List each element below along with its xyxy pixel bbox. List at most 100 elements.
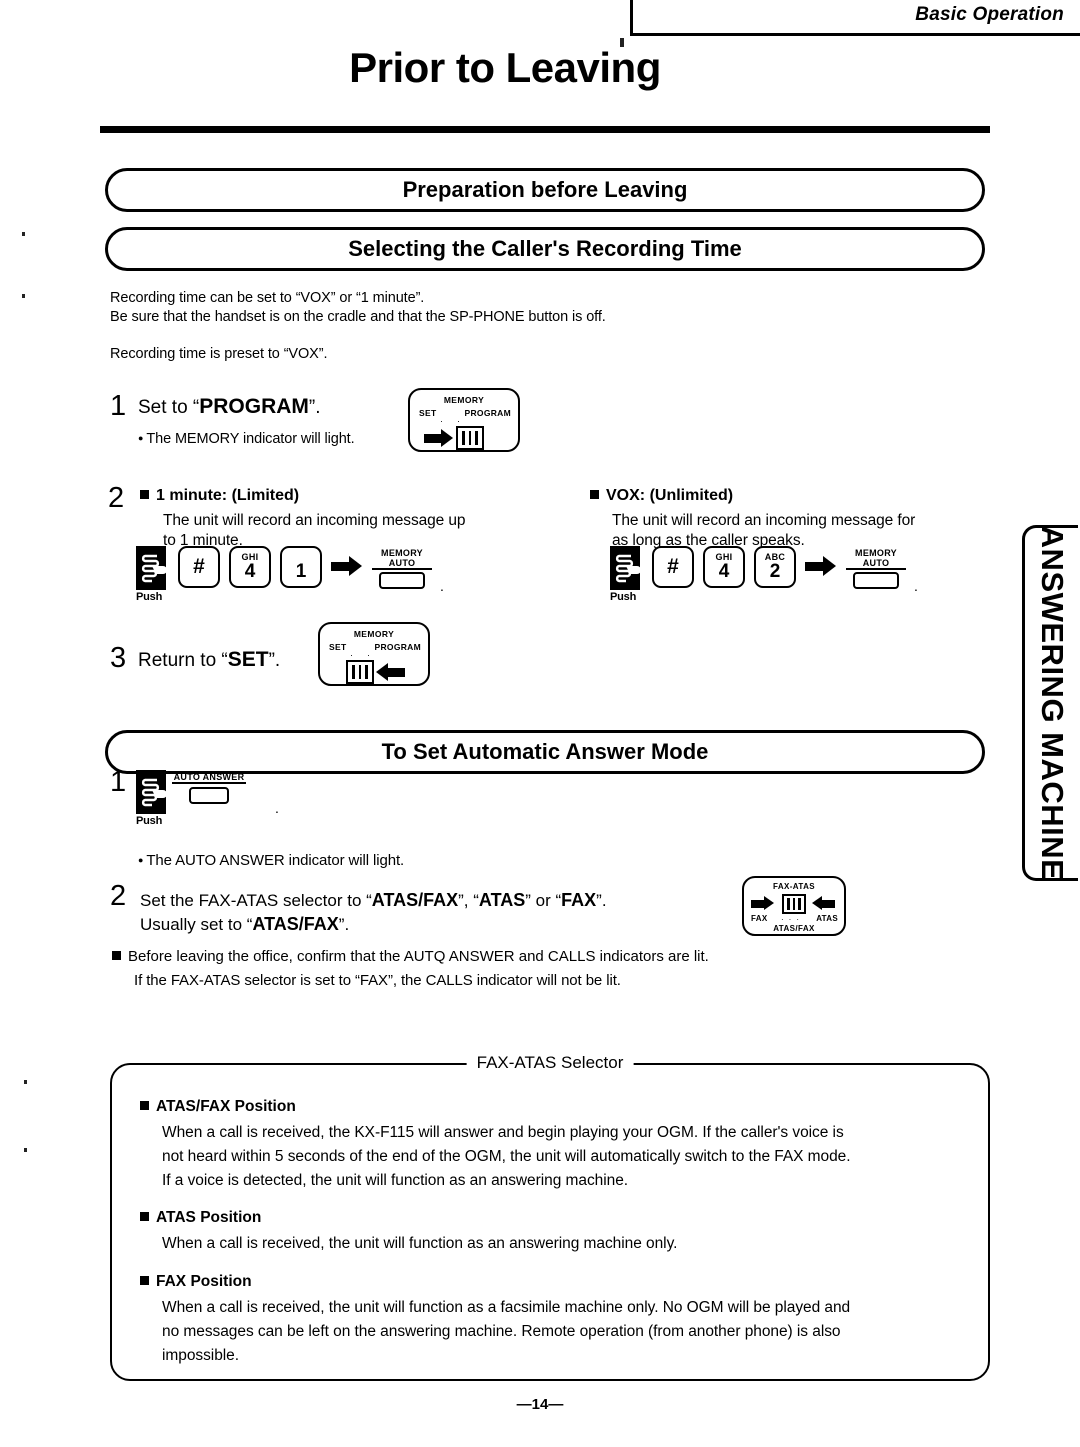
memory-auto-indicator-limited: MEMORY AUTO: [372, 548, 432, 589]
key-4-vox[interactable]: GHI 4: [703, 546, 745, 588]
memory-switch-set-icon: MEMORY SET PROGRAM ··: [318, 622, 430, 686]
auto-step-2-b: ATAS/FAX: [371, 890, 459, 910]
page-number: —14—: [516, 1396, 564, 1413]
fax-atas-selector-icon: FAX-ATAS FAX ··· ATAS ATAS/FAX: [742, 876, 846, 936]
step-3-text-post: ”.: [268, 650, 281, 671]
hand-pointing-icon: [136, 770, 167, 814]
option-limited-title: 1 minute: (Limited): [140, 487, 299, 505]
key-4-limited[interactable]: GHI 4: [229, 546, 271, 588]
fax-atas-bottom-label: ATAS/FAX: [773, 924, 815, 933]
step-1-text-post: ”.: [308, 397, 321, 418]
step-1-text-pre: Set to “: [138, 397, 200, 418]
push-label: Push: [610, 591, 637, 603]
memory-auto-lamp: [853, 572, 899, 589]
memory-auto-line-1: MEMORY: [381, 548, 423, 558]
auto-answer-note: The AUTO ANSWER indicator will light.: [138, 850, 404, 871]
banner-auto-answer-mode: To Set Automatic Answer Mode: [105, 730, 985, 774]
intro-line-1: Recording time can be set to “VOX” or “1…: [110, 290, 425, 306]
option-vox-title: VOX: (Unlimited): [590, 487, 733, 505]
fax-atas-selector-box: FAX-ATAS Selector ATAS/FAX Position When…: [110, 1053, 990, 1381]
arrow-right-icon-fax: [751, 896, 775, 911]
option-limited-body-line-1: The unit will record an incoming message…: [163, 512, 466, 529]
scan-speck: [620, 38, 624, 47]
option-vox-title-label: VOX: (Unlimited): [606, 487, 734, 504]
memory-auto-lamp: [379, 572, 425, 589]
key-1-digit: 1: [295, 560, 307, 582]
auto-step-2-d: ATAS: [478, 890, 526, 910]
memory-switch-set-label: SET: [419, 408, 437, 418]
step-1-text: Set to “PROGRAM”.: [138, 395, 321, 419]
confirm-note-line-1: Before leaving the office, confirm that …: [112, 948, 709, 965]
auto-step-2-e: ” or “: [525, 891, 562, 910]
memory-auto-line-1: MEMORY: [855, 548, 897, 558]
auto-step-2-line-2: Usually set to “ATAS/FAX”.: [140, 914, 349, 935]
auto-step-2-i: ATAS/FAX: [252, 914, 339, 934]
selector-item-0-title-label: ATAS/FAX Position: [156, 1098, 296, 1115]
fax-atas-fax-label: FAX: [751, 914, 768, 923]
selector-item-0-line-0: When a call is received, the KX-F115 wil…: [162, 1124, 844, 1141]
page-title: Prior to Leaving: [349, 44, 661, 91]
arrow-right-icon-limited: [331, 556, 363, 576]
square-bullet-icon: [140, 1276, 149, 1285]
selector-item-2-line-0: When a call is received, the unit will f…: [162, 1299, 851, 1316]
period-mark-vox: .: [914, 578, 918, 594]
square-bullet-icon: [140, 1101, 149, 1110]
selector-item-1-title-label: ATAS Position: [156, 1209, 262, 1226]
title-rule: [100, 126, 990, 133]
banner-preparation: Preparation before Leaving: [105, 168, 985, 212]
selector-item-1-title: ATAS Position: [140, 1209, 261, 1227]
arrow-left-icon: [376, 663, 406, 681]
arrow-left-icon-fax: [812, 896, 836, 911]
key-4-digit: 4: [718, 560, 730, 582]
key-2-vox[interactable]: ABC 2: [754, 546, 796, 588]
push-hand-icon: [136, 546, 167, 590]
memory-switch-caption: MEMORY: [353, 629, 395, 639]
auto-step-2-line-1: Set the FAX-ATAS selector to “ATAS/FAX”,…: [140, 887, 607, 914]
auto-step-2-h: Usually set to “: [140, 915, 253, 934]
scan-speck: [22, 232, 25, 236]
step-3-number: 3: [110, 642, 127, 674]
memory-switch-caption: MEMORY: [443, 395, 485, 405]
selector-item-2-title: FAX Position: [140, 1273, 252, 1291]
square-bullet-icon: [112, 951, 121, 960]
auto-step-2-c: ”, “: [458, 891, 479, 910]
square-bullet-icon: [140, 1212, 149, 1221]
memory-switch-ticks: ··: [440, 416, 474, 426]
push-hand-icon: [610, 546, 641, 590]
auto-answer-lamp: [189, 787, 229, 804]
memory-auto-line-2: AUTO: [846, 558, 906, 570]
auto-step-1-number: 1: [110, 766, 127, 798]
memory-auto-line-2: AUTO: [372, 558, 432, 570]
auto-answer-button[interactable]: AUTO ANSWER: [172, 772, 246, 804]
selector-item-0-title: ATAS/FAX Position: [140, 1098, 296, 1116]
auto-step-2-number: 2: [110, 880, 127, 912]
banner-selecting-recording-time-label: Selecting the Caller's Recording Time: [348, 236, 742, 261]
key-hash-limited[interactable]: #: [178, 546, 220, 588]
memory-switch-slider: [456, 426, 484, 450]
fax-atas-caption: FAX-ATAS: [772, 882, 815, 891]
key-4-digit: 4: [244, 560, 256, 582]
selector-item-2-line-1: no messages can be left on the answering…: [162, 1323, 841, 1340]
arrow-right-icon-vox: [805, 556, 837, 576]
auto-step-2-g: ”.: [596, 891, 607, 910]
selector-item-1-line-0: When a call is received, the unit will f…: [162, 1235, 678, 1252]
confirm-note-line-1-label: Before leaving the office, confirm that …: [128, 948, 709, 965]
key-1-limited[interactable]: 1: [280, 546, 322, 588]
scan-speck: [24, 1148, 27, 1152]
period-mark-limited: .: [440, 578, 444, 594]
step-1-text-bold: PROGRAM: [199, 395, 309, 418]
side-tab-label: ANSWERING MACHINE: [1034, 525, 1070, 881]
side-tab-answering-machine: ANSWERING MACHINE: [1022, 525, 1078, 881]
key-hash-label: #: [667, 555, 679, 578]
key-hash-label: #: [193, 555, 205, 578]
push-label: Push: [136, 591, 163, 603]
fax-atas-selector-legend: FAX-ATAS Selector: [466, 1053, 634, 1073]
square-bullet-icon: [140, 490, 149, 499]
section-header-tab: Basic Operation: [630, 0, 1080, 36]
auto-step-2-j: ”.: [338, 915, 350, 934]
memory-switch-ticks: ··: [350, 650, 384, 660]
memory-switch-set-label: SET: [329, 642, 347, 652]
key-hash-vox[interactable]: #: [652, 546, 694, 588]
banner-preparation-label: Preparation before Leaving: [402, 177, 688, 202]
option-vox-body-line-1: The unit will record an incoming message…: [612, 512, 916, 529]
